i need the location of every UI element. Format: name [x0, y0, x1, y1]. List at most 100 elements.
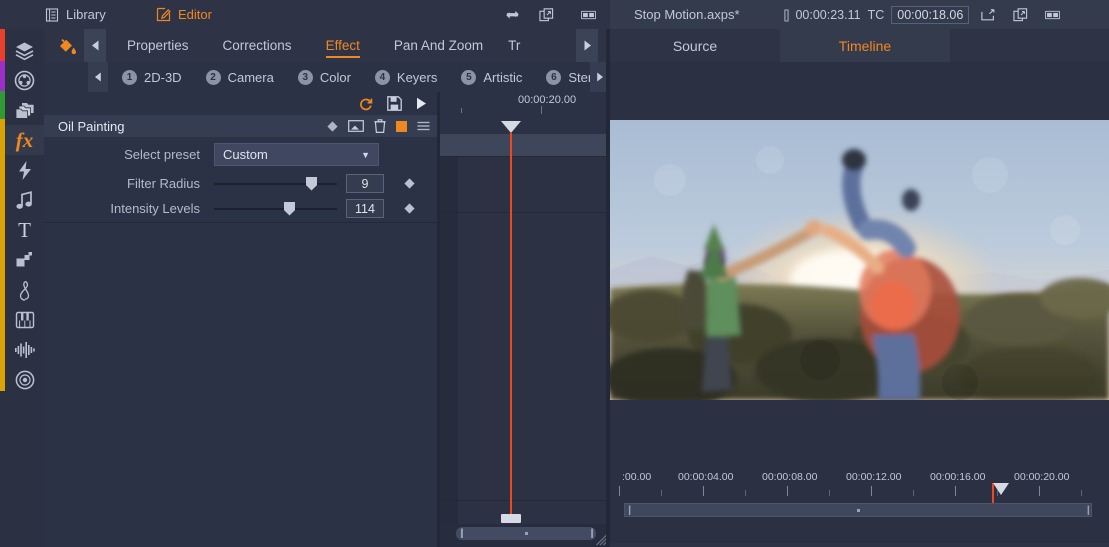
project-name: Stop Motion.axps*: [634, 7, 740, 22]
rail-item-audio-music[interactable]: [5, 185, 44, 215]
tab-properties-label: Properties: [127, 38, 189, 53]
tab-corrections[interactable]: Corrections: [206, 29, 309, 62]
timeline-ruler[interactable]: :00.00 00:00:04.00 00:00:08.00 00:00:12.…: [610, 470, 1109, 515]
reset-icon[interactable]: [359, 97, 373, 111]
ruler-minor-tick: [997, 490, 998, 496]
library-icon: [44, 7, 59, 22]
preview-window-icons: [981, 7, 1061, 22]
audio-waveform-icon: [14, 341, 36, 359]
scrollbar-center-dot: [524, 532, 528, 535]
ruler-playhead-handle[interactable]: [993, 483, 1009, 495]
treble-clef-icon: [18, 280, 32, 301]
tab-effect[interactable]: Effect: [309, 29, 377, 62]
category-camera[interactable]: 2 Camera: [194, 62, 286, 92]
keyframe-row-line: [440, 156, 610, 157]
rail-item-film-reel[interactable]: [5, 65, 44, 95]
rail-item-folders[interactable]: [5, 95, 44, 125]
category-2d-3d[interactable]: 1 2D-3D: [110, 62, 194, 92]
tc-label: TC: [867, 7, 885, 22]
tc-input[interactable]: 00:00:18.06: [891, 5, 970, 24]
editor-pane: Properties Corrections Effect Pan And Zo…: [44, 29, 613, 547]
rail-item-overlays[interactable]: [5, 245, 44, 275]
delete-trash-icon[interactable]: [374, 119, 386, 133]
category-badge: 3: [297, 69, 313, 85]
keyframe-horizontal-scrollbar[interactable]: ||| |||: [456, 527, 596, 540]
rail-item-title-text[interactable]: T: [5, 215, 44, 245]
keyframe-time-label: 00:00:20.00: [518, 94, 577, 106]
title-bar-left-icons: [505, 0, 554, 29]
slider-handle[interactable]: [284, 201, 295, 216]
keyframe-ruler[interactable]: 00:00:20.00: [440, 92, 610, 134]
category-badge: 5: [461, 69, 477, 85]
ruler-minor-tick: [1081, 490, 1082, 496]
fullscreen-icon[interactable]: [981, 7, 996, 22]
scrollbar-grip-left[interactable]: ||: [628, 505, 632, 516]
rail-item-keyboard[interactable]: [5, 305, 44, 335]
tabs-scroll-right-button[interactable]: [576, 29, 598, 62]
tab-transitions-truncated[interactable]: Tr: [500, 29, 528, 62]
select-preset-label: Select preset: [124, 147, 200, 162]
keyframe-gutter: [440, 134, 458, 524]
editor-tab-row: Properties Corrections Effect Pan And Zo…: [44, 29, 610, 62]
chevron-down-icon: ▼: [361, 149, 370, 160]
rail-item-fx[interactable]: fx: [5, 125, 44, 155]
transitions-lightning-icon: [17, 160, 33, 181]
video-preview[interactable]: [610, 120, 1109, 400]
category-artistic[interactable]: 5 Artistic: [449, 62, 534, 92]
filter-radius-value[interactable]: 9: [346, 174, 384, 193]
tab-timeline[interactable]: Timeline: [780, 29, 950, 62]
rail-item-score[interactable]: [5, 275, 44, 305]
keyframe-diamond-icon[interactable]: [327, 120, 338, 132]
filter-radius-keyframe-icon[interactable]: [404, 178, 415, 189]
menu-hamburger-icon[interactable]: [417, 121, 430, 131]
paint-bucket-icon[interactable]: [54, 33, 80, 58]
preview-scrollbar[interactable]: || ||: [624, 503, 1092, 517]
title-bar: Library Editor Stop Motion.axps* [] 00:0…: [0, 0, 1109, 29]
effect-categories: 1 2D-3D 2 Camera 3 Color 4 Keyers 5 Arti…: [110, 62, 625, 92]
select-preset-dropdown[interactable]: Custom ▼: [214, 143, 379, 166]
category-color[interactable]: 3 Color: [286, 62, 363, 92]
rail-item-waveform[interactable]: [5, 335, 44, 365]
slider-handle[interactable]: [306, 176, 317, 191]
main-vertical-divider: [606, 29, 610, 547]
keyframe-row-line: [440, 212, 610, 213]
tab-effect-label: Effect: [325, 38, 360, 53]
tab-library[interactable]: Library: [30, 0, 120, 29]
intensity-levels-value[interactable]: 114: [346, 199, 384, 218]
tab-pan-and-zoom-label: Pan And Zoom: [393, 38, 484, 53]
tab-editor[interactable]: Editor: [142, 0, 226, 29]
category-label: Keyers: [396, 69, 438, 85]
keyframe-track-row[interactable]: [440, 134, 610, 156]
category-label: Artistic: [483, 69, 523, 85]
split-view-right-icon[interactable]: [1045, 7, 1061, 22]
preset-thumbnail-icon[interactable]: [348, 120, 364, 132]
keyframe-body[interactable]: [440, 134, 610, 524]
enable-toggle-icon[interactable]: [396, 120, 407, 132]
rail-item-disc-burn[interactable]: [5, 365, 44, 395]
scrollbar-grip-right[interactable]: ||: [1087, 505, 1091, 516]
category-keyers[interactable]: 4 Keyers: [363, 62, 449, 92]
rail-item-transitions[interactable]: [5, 155, 44, 185]
intensity-levels-slider[interactable]: [214, 201, 337, 216]
undock-preview-icon[interactable]: [1013, 7, 1028, 22]
filter-radius-slider[interactable]: [214, 176, 337, 191]
tab-source[interactable]: Source: [610, 29, 780, 62]
ruler-minor-tick: [829, 490, 830, 496]
swap-arrows-icon[interactable]: [505, 7, 520, 22]
keyframe-playhead-foot[interactable]: [501, 514, 521, 523]
keyframe-playhead-line: [510, 132, 512, 519]
rail-item-media-import[interactable]: [5, 35, 44, 65]
ruler-major-tick: [619, 486, 620, 496]
ruler-major-tick: [871, 486, 872, 496]
play-preview-icon[interactable]: [416, 97, 427, 110]
tab-pan-and-zoom[interactable]: Pan And Zoom: [377, 29, 500, 62]
undock-window-icon[interactable]: [539, 7, 554, 22]
save-icon[interactable]: [387, 96, 402, 111]
tab-properties[interactable]: Properties: [110, 29, 206, 62]
intensity-levels-keyframe-icon[interactable]: [404, 203, 415, 214]
title-bar-right: Stop Motion.axps* [] 00:00:23.11 TC 00:0…: [610, 0, 1109, 29]
split-view-icon[interactable]: [581, 7, 596, 22]
tabs-scroll-left-button[interactable]: [84, 29, 106, 62]
scrollbar-grip-left: |||: [460, 528, 464, 539]
category-scroll-left-button[interactable]: [88, 62, 108, 92]
